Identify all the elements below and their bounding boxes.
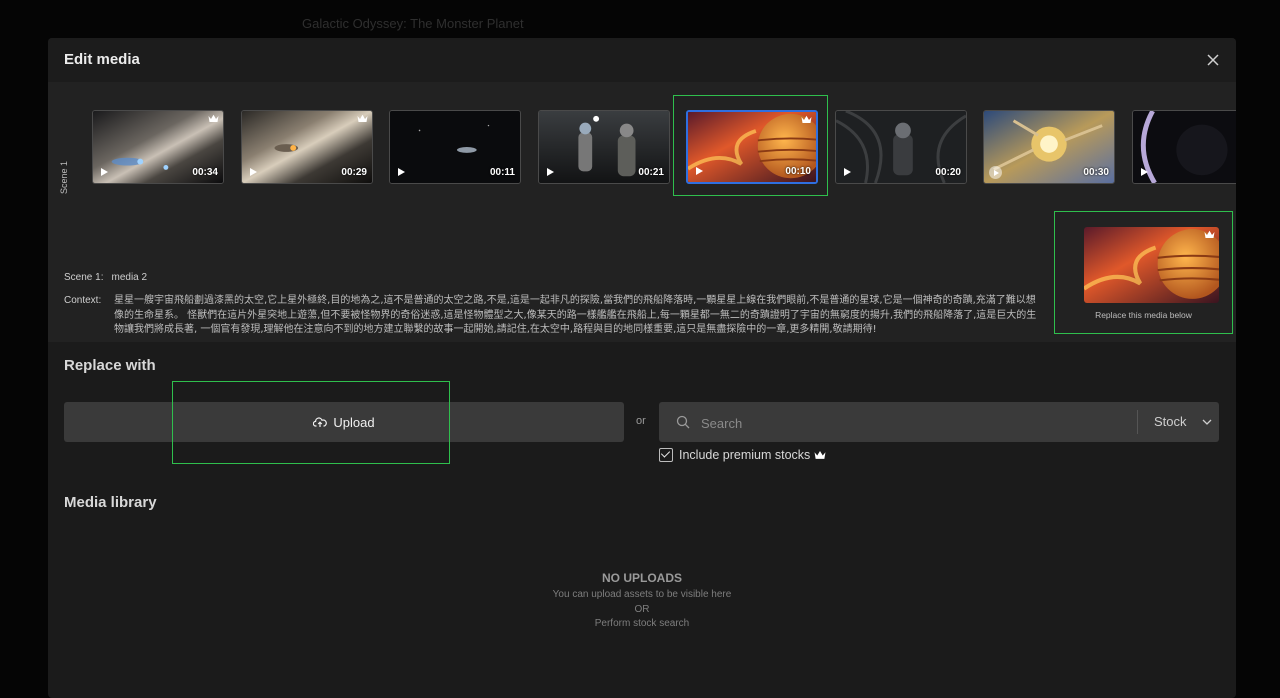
- play-icon: [547, 168, 554, 176]
- play-icon: [1141, 168, 1148, 176]
- thumbnail-duration: 00:21: [638, 167, 664, 178]
- stock-source-select[interactable]: Stock: [1138, 402, 1219, 442]
- empty-state-line: You can upload assets to be visible here: [552, 589, 732, 600]
- empty-state-or: OR: [634, 603, 650, 615]
- modal-header: Edit media: [48, 38, 1236, 82]
- include-premium-checkbox[interactable]: [659, 448, 673, 462]
- thumbnail-duration: 00:30: [1083, 167, 1109, 178]
- modal-title: Edit media: [64, 51, 140, 68]
- replace-caption: Replace this media below: [1095, 310, 1192, 320]
- upload-button[interactable]: Upload: [64, 402, 624, 442]
- play-icon: [398, 168, 405, 176]
- play-icon: [250, 168, 257, 176]
- context-label: Context:: [64, 295, 102, 306]
- media-thumbnail[interactable]: [1132, 110, 1236, 184]
- scene-value: media 2: [111, 272, 148, 283]
- thumbnail-image: [1084, 227, 1219, 303]
- stock-select-value: Stock: [1154, 414, 1187, 429]
- stock-search-bar: Stock: [659, 402, 1219, 442]
- media-thumbnail-strip[interactable]: 00:34 00:29 00:11 00:21 00:10 00:20 00:3…: [92, 110, 1236, 188]
- replace-with-title: Replace with: [64, 357, 156, 374]
- media-thumbnail[interactable]: 00:21: [538, 110, 670, 184]
- thumbnail-duration: 00:20: [935, 167, 961, 178]
- media-thumbnail[interactable]: 00:29: [241, 110, 373, 184]
- thumbnail-duration: 00:11: [489, 167, 515, 178]
- play-icon: [989, 166, 1002, 179]
- empty-state-title: NO UPLOADS: [601, 571, 682, 585]
- premium-crown-icon: [1204, 230, 1215, 238]
- premium-crown-icon: [814, 450, 826, 459]
- search-input[interactable]: [699, 412, 1123, 434]
- include-premium-row: Include premium stocks: [659, 447, 826, 463]
- scene-label: Scene 1:: [64, 272, 104, 283]
- play-icon: [696, 167, 703, 175]
- close-icon[interactable]: [1204, 51, 1222, 69]
- empty-state: NO UPLOADS You can upload assets to be v…: [448, 571, 836, 632]
- play-icon: [844, 168, 851, 176]
- thumbnail-image: [1133, 111, 1236, 183]
- or-separator: or: [636, 415, 646, 427]
- search-icon: [676, 415, 690, 429]
- chevron-down-icon: [1202, 419, 1212, 425]
- cloud-upload-icon: [313, 417, 328, 427]
- replace-target-thumbnail: [1084, 227, 1219, 303]
- replace-target-panel: Replace this media below: [1054, 211, 1233, 334]
- media-thumbnail-selected[interactable]: 00:10: [686, 110, 818, 184]
- empty-state-message: You can upload assets to be visible here…: [448, 588, 836, 632]
- empty-state-line: Perform stock search: [594, 618, 690, 629]
- upload-button-content: Upload: [64, 402, 624, 442]
- background-project-title: Galactic Odyssey: The Monster Planet: [302, 16, 524, 31]
- media-library-title: Media library: [64, 494, 157, 511]
- include-premium-label: Include premium stocks: [679, 448, 811, 462]
- thumbnail-duration: 00:34: [192, 167, 218, 178]
- premium-crown-icon: [801, 115, 812, 123]
- scene-info: Scene 1: media 2: [64, 272, 147, 283]
- media-thumbnail[interactable]: 00:34: [92, 110, 224, 184]
- scene-vertical-label: Scene 1: [59, 160, 69, 194]
- media-thumbnail[interactable]: 00:11: [389, 110, 521, 184]
- edit-media-modal: Edit media Scene 1 00:34 00:29 00:11 00:…: [48, 38, 1236, 698]
- premium-crown-icon: [357, 114, 368, 122]
- thumbnail-duration: 00:29: [341, 167, 367, 178]
- upload-label: Upload: [333, 414, 375, 430]
- premium-crown-icon: [208, 114, 219, 122]
- thumbnail-duration: 00:10: [785, 166, 811, 177]
- play-icon: [101, 168, 108, 176]
- media-thumbnail[interactable]: 00:30: [983, 110, 1115, 184]
- context-text: 星星一艘宇宙飛船劃過漆黑的太空,它上星外極終,目的地為之,這不是普通的太空之路,…: [114, 295, 1037, 335]
- media-thumbnail[interactable]: 00:20: [835, 110, 967, 184]
